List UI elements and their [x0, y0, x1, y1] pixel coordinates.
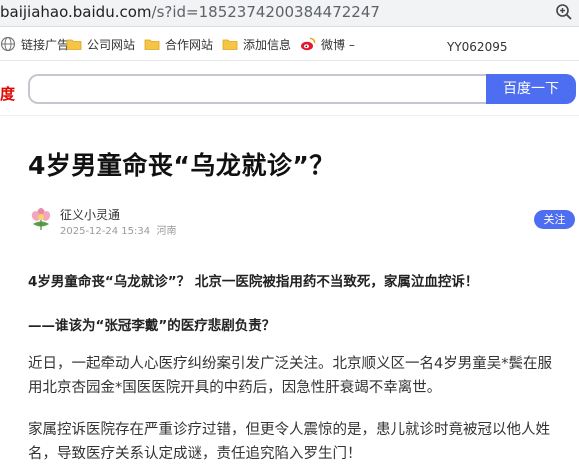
url-path: /s?id=1852374200384472247 [151, 3, 380, 21]
bookmark-item[interactable]: 合作网站 [144, 35, 213, 53]
search-input[interactable] [28, 74, 486, 104]
author-avatar[interactable] [28, 205, 54, 231]
folder-icon [66, 39, 82, 50]
bookmarks-bar: 链接广告 公司网站 合作网站 添加信息 微博 – YY062095 [0, 27, 579, 61]
paragraph-line: 近日，一起牵动人心医疗纠纷案引发广泛关注。北京顺义区一名4岁男童吴*鬓在服 [28, 356, 552, 372]
publish-date: 2025-12-24 15:34 [60, 226, 151, 237]
paragraph-line: 用北京杏园金*国医医院开具的中药后，因急性肝衰竭不幸离世。 [28, 380, 442, 396]
bookmark-label: 添加信息 [243, 37, 292, 52]
author-name[interactable]: 征义小灵通 [60, 206, 120, 223]
bookmark-note: YY062095 [447, 40, 508, 54]
bookmark-label: 合作网站 [165, 37, 214, 52]
address-bar[interactable]: baijiahao.baidu.com/s?id=185237420038447… [0, 0, 579, 27]
bookmark-item[interactable]: 微博 – [300, 35, 355, 53]
baidu-search-row: 度 百度一下 [0, 63, 579, 116]
url-host: baijiahao.baidu.com [0, 3, 152, 21]
folder-icon [144, 39, 160, 50]
zoom-icon[interactable] [555, 3, 573, 21]
article-title: 4岁男童命丧“乌龙就诊”？ [28, 151, 335, 180]
url-text[interactable]: baijiahao.baidu.com/s?id=185237420038447… [0, 3, 380, 21]
article-subheading: ——谁该为“张冠李戴”的医疗悲剧负责？ [28, 318, 276, 334]
article-meta: 2025-12-24 15:34 河南 [60, 222, 176, 237]
baidu-logo-fragment[interactable]: 度 [0, 83, 15, 104]
follow-button[interactable]: 关注 [534, 210, 575, 229]
article-paragraph: 家属控诉医院存在严重诊疗过错，但更令人震惊的是，患儿就诊时竟被冠以他人姓 名，导… [28, 418, 576, 466]
globe-icon [0, 36, 16, 52]
paragraph-line: 家属控诉医院存在严重诊疗过错，但更令人震惊的是，患儿就诊时竟被冠以他人姓 [28, 422, 550, 438]
folder-icon [222, 39, 238, 50]
publish-location: 河南 [156, 226, 177, 237]
article-paragraph: 近日，一起牵动人心医疗纠纷案引发广泛关注。北京顺义区一名4岁男童吴*鬓在服 用北… [28, 352, 576, 400]
bookmark-item[interactable]: 公司网站 [66, 35, 135, 53]
weibo-icon [301, 37, 316, 51]
paragraph-line: 名，导致医疗关系认定成谜，责任追究陷入罗生门！ [28, 446, 362, 462]
bookmark-label: 公司网站 [87, 37, 136, 52]
search-button[interactable]: 百度一下 [486, 74, 576, 104]
bookmark-label: 链接广告 [21, 37, 70, 52]
bookmark-item[interactable]: 链接广告 [0, 35, 69, 53]
article-lead: 4岁男童命丧“乌龙就诊”？ 北京一医院被指用药不当致死，家属泣血控诉！ [28, 274, 479, 290]
bookmark-label: 微博 – [321, 37, 355, 52]
bookmark-item[interactable]: 添加信息 [222, 35, 291, 53]
